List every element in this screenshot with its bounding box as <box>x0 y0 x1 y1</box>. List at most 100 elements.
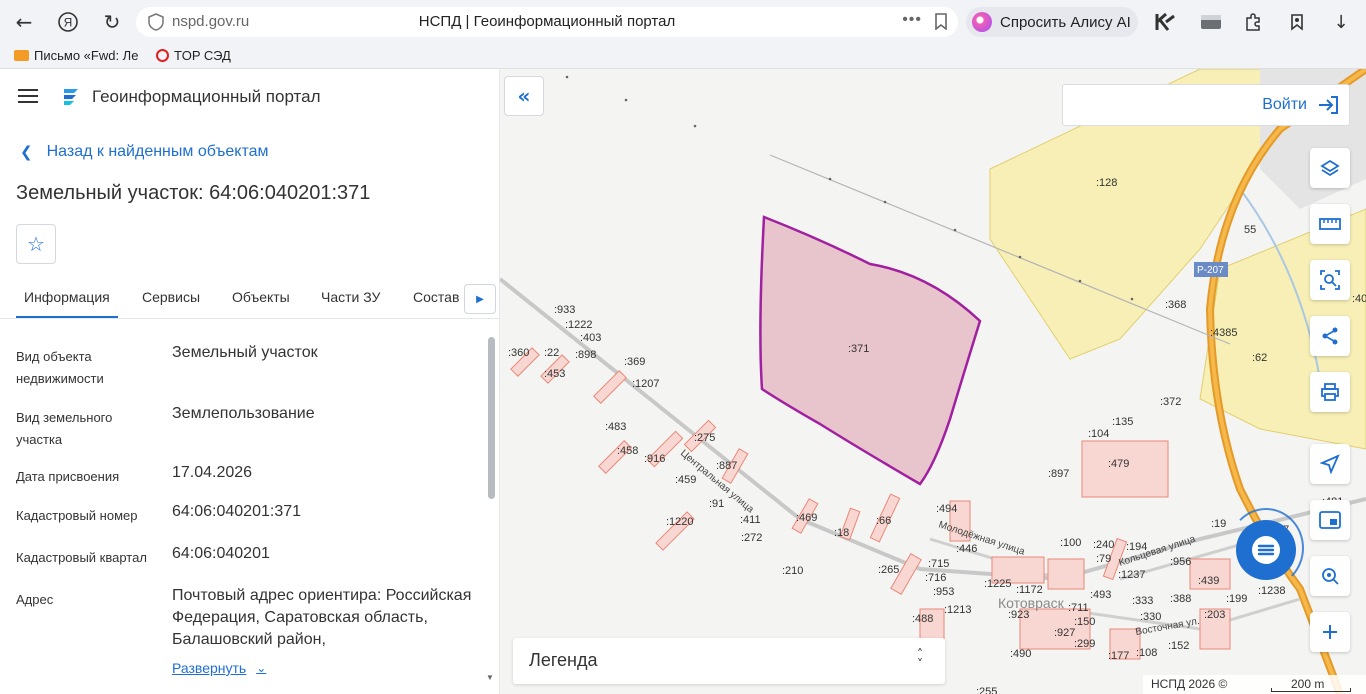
svg-text::469: :469 <box>796 512 817 524</box>
svg-text::459: :459 <box>675 474 696 486</box>
alice-label: Спросить Алису AI <box>1000 13 1131 31</box>
menu-icon[interactable] <box>18 89 38 103</box>
bookmark-item-mail[interactable]: Письмо «Fwd: Ле <box>14 48 138 63</box>
back-arrow-icon[interactable]: ← <box>10 8 38 36</box>
svg-text::1222: :1222 <box>565 319 593 331</box>
svg-text::210: :210 <box>782 565 803 577</box>
svg-text::933: :933 <box>554 304 575 316</box>
copyright-text: НСПД 2026 © <box>1151 677 1228 691</box>
svg-text::897: :897 <box>1048 468 1069 480</box>
back-to-results-link[interactable]: ❮ Назад к найденным объектам <box>20 143 269 161</box>
layers-icon <box>1320 159 1340 177</box>
yandex-home-icon[interactable]: Я <box>54 8 82 36</box>
svg-text::199: :199 <box>1226 593 1247 605</box>
chat-icon <box>1252 536 1280 564</box>
search-location-button[interactable] <box>1310 556 1350 596</box>
bookmark-label: Письмо «Fwd: Ле <box>34 48 139 63</box>
svg-text::152: :152 <box>1168 640 1189 652</box>
field-label: Кадастровый квартал <box>16 550 147 565</box>
svg-text::62: :62 <box>1252 352 1267 364</box>
tab-info[interactable]: Информация <box>24 289 110 305</box>
favorite-star-button[interactable]: ☆ <box>16 224 56 264</box>
select-area-button[interactable] <box>1310 260 1350 300</box>
svg-text::483: :483 <box>605 421 626 433</box>
share-button[interactable] <box>1310 316 1350 356</box>
collapse-panel-button[interactable]: « <box>504 76 544 116</box>
svg-text::446: :446 <box>956 543 977 555</box>
svg-text::369: :369 <box>624 356 645 368</box>
measure-button[interactable] <box>1310 204 1350 244</box>
scrollbar-thumb[interactable] <box>488 337 495 499</box>
extensions-puzzle-icon[interactable] <box>1240 9 1266 35</box>
alice-icon <box>972 12 992 32</box>
bookmark-item-sed[interactable]: TOP СЭД <box>156 48 231 63</box>
village-label: Котовраск <box>998 595 1065 611</box>
svg-text::333: :333 <box>1132 595 1153 607</box>
svg-text::66: :66 <box>876 515 891 527</box>
svg-text::18: :18 <box>834 527 849 539</box>
svg-text::716: :716 <box>925 572 946 584</box>
zoom-in-button[interactable] <box>1310 612 1350 652</box>
svg-text::100: :100 <box>1060 537 1081 549</box>
select-search-icon <box>1320 270 1340 290</box>
svg-text::953: :953 <box>933 586 954 598</box>
picture-in-picture-icon <box>1319 511 1341 529</box>
legend-panel[interactable]: Легенда ˄ ˅ <box>513 638 945 684</box>
chat-button[interactable] <box>1236 520 1296 580</box>
scale-bar <box>1271 688 1351 692</box>
svg-text:Р-207: Р-207 <box>1197 265 1224 276</box>
svg-text::479: :479 <box>1108 458 1129 470</box>
expand-address-link[interactable]: Развернуть ⌄ <box>172 660 266 676</box>
bookmark-icon[interactable] <box>934 13 948 30</box>
svg-text::360: :360 <box>508 347 529 359</box>
chevron-down-icon: ⌄ <box>256 661 267 675</box>
svg-text:Я: Я <box>64 16 73 30</box>
svg-text::255: :255 <box>976 686 997 694</box>
location-search-icon <box>1322 568 1339 585</box>
star-icon: ☆ <box>27 232 45 256</box>
print-button[interactable] <box>1310 372 1350 412</box>
address-bar[interactable]: nspd.gov.ru НСПД | Геоинформационный пор… <box>136 7 958 37</box>
expand-collapse-icon[interactable]: ˄ ˅ <box>917 648 923 670</box>
tab-services[interactable]: Сервисы <box>142 289 200 305</box>
field-value: Земельный участок <box>172 344 318 361</box>
field-label: Вид объекта недвижимости <box>16 349 104 386</box>
selected-parcel-371[interactable] <box>759 215 982 486</box>
layers-button[interactable] <box>1310 148 1350 188</box>
tabs-next-button[interactable]: ▶ <box>464 284 496 314</box>
svg-text::715: :715 <box>928 558 949 570</box>
svg-text::898: :898 <box>575 349 596 361</box>
field-value: Почтовый адрес ориентира: Российская Фед… <box>172 587 472 648</box>
field-value: Землепользование <box>172 405 315 422</box>
svg-text::128: :128 <box>1096 177 1117 189</box>
tab-parts[interactable]: Части ЗУ <box>321 289 380 305</box>
locate-button[interactable] <box>1310 444 1350 484</box>
double-chevron-left-icon: « <box>517 84 531 108</box>
extension-k-icon[interactable] <box>1152 9 1178 35</box>
login-button[interactable]: Войти <box>1062 84 1350 126</box>
collections-icon[interactable] <box>1284 9 1310 35</box>
map-canvas[interactable]: :371 :933:1222:403:898 :360:22:453:369 :… <box>500 69 1366 694</box>
reload-icon[interactable]: ↻ <box>98 8 126 36</box>
svg-text::275: :275 <box>694 432 715 444</box>
svg-text::403: :403 <box>580 332 601 344</box>
svg-text::439: :439 <box>1198 575 1219 587</box>
share-icon <box>1322 327 1338 345</box>
download-icon[interactable]: ↓ <box>1328 9 1354 35</box>
bookmarks-bar: Письмо «Fwd: Ле TOP СЭД <box>0 44 1366 69</box>
tab-composition[interactable]: Состав <box>413 289 459 305</box>
object-title: Земельный участок: 64:06:040201:371 <box>16 182 371 204</box>
alice-button[interactable]: Спросить Алису AI <box>966 7 1138 37</box>
svg-text::135: :135 <box>1112 416 1133 428</box>
extension-mail-icon[interactable] <box>1198 9 1224 35</box>
svg-text::411: :411 <box>740 514 761 526</box>
portal-name: Геоинформационный портал <box>92 87 321 106</box>
scroll-down-arrow-icon[interactable]: ▼ <box>486 673 494 682</box>
expand-label: Развернуть <box>172 660 247 676</box>
parcel-371-label: :371 <box>848 343 869 355</box>
info-panel: Геоинформационный портал ❮ Назад к найде… <box>0 69 500 694</box>
minimap-button[interactable] <box>1310 500 1350 540</box>
tab-objects[interactable]: Объекты <box>232 289 290 305</box>
svg-text::104: :104 <box>1088 428 1109 440</box>
more-icon[interactable]: ••• <box>902 11 922 29</box>
